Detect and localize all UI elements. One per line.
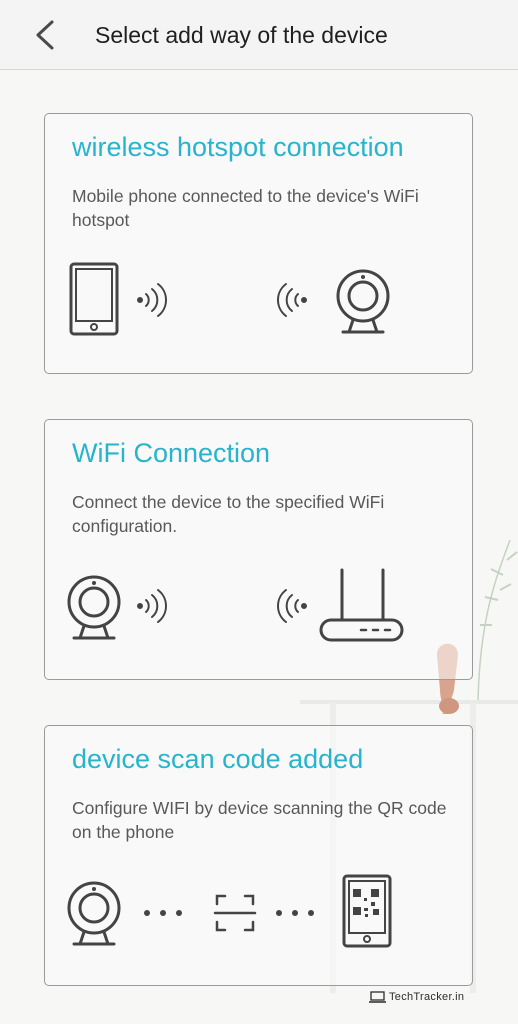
signal-right-icon xyxy=(137,283,167,317)
option-description: Configure WIFI by device scanning the QR… xyxy=(72,798,447,842)
wifi-illustration xyxy=(67,568,404,642)
back-button[interactable] xyxy=(28,14,64,56)
option-description: Mobile phone connected to the device's W… xyxy=(72,186,419,230)
scan-code-illustration xyxy=(67,874,392,948)
header-bar: Select add way of the device xyxy=(0,0,518,70)
option-hotspot-connection[interactable]: wireless hotspot connection Mobile phone… xyxy=(44,113,473,374)
camera-icon xyxy=(336,269,390,334)
chevron-left-icon xyxy=(36,20,54,50)
hotspot-illustration xyxy=(69,262,390,336)
dots-icon xyxy=(276,910,314,916)
option-title: WiFi Connection xyxy=(72,438,271,468)
watermark: TechTracker.in xyxy=(369,988,464,1006)
dots-icon xyxy=(144,910,182,916)
signal-left-icon xyxy=(277,589,307,623)
option-description: Connect the device to the specified WiFi… xyxy=(72,492,385,536)
phone-qr-icon xyxy=(342,874,392,948)
camera-icon xyxy=(67,881,121,946)
camera-icon xyxy=(67,575,121,640)
laptop-icon xyxy=(369,991,386,1003)
watermark-text: TechTracker.in xyxy=(389,991,465,1003)
page-title: Select add way of the device xyxy=(95,22,388,48)
phone-icon xyxy=(69,262,119,336)
option-scan-code[interactable]: device scan code added Configure WIFI by… xyxy=(44,725,473,986)
signal-left-icon xyxy=(277,283,307,317)
option-title: device scan code added xyxy=(72,744,364,774)
signal-right-icon xyxy=(137,589,167,623)
scan-frame-icon xyxy=(213,894,257,932)
option-wifi-connection[interactable]: WiFi Connection Connect the device to th… xyxy=(44,419,473,680)
option-title: wireless hotspot connection xyxy=(72,132,404,162)
router-icon xyxy=(319,568,404,642)
